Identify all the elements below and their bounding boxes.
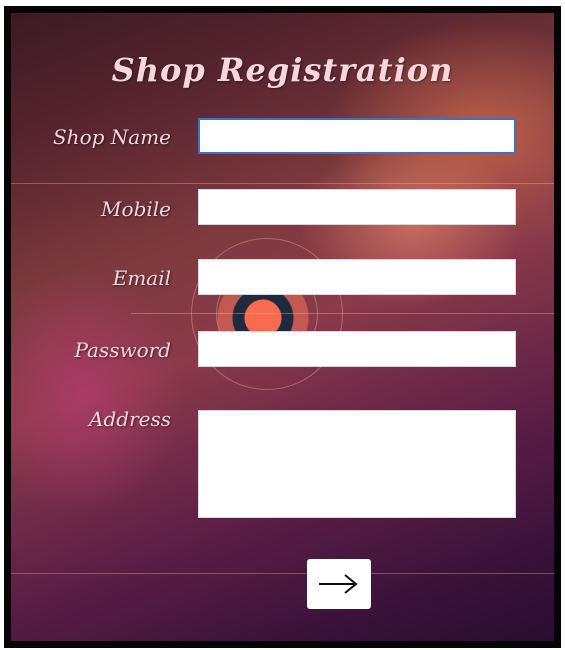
arrow-right-icon <box>319 574 358 594</box>
page-title: Shop Registration <box>111 51 454 89</box>
address-label: Address <box>89 407 171 431</box>
password-input[interactable] <box>198 331 516 367</box>
email-input[interactable] <box>198 259 516 295</box>
background-decor-line <box>11 573 554 574</box>
shop-name-label: Shop Name <box>52 125 171 149</box>
address-textarea[interactable] <box>198 410 516 518</box>
submit-button[interactable] <box>307 559 371 609</box>
registration-panel: Shop Registration Shop Name Mobile Email… <box>4 6 561 648</box>
background-decor-line <box>11 183 554 184</box>
mobile-input[interactable] <box>198 189 516 225</box>
mobile-label: Mobile <box>101 197 171 221</box>
password-label: Password <box>74 338 171 362</box>
email-label: Email <box>112 266 171 290</box>
shop-name-input[interactable] <box>198 118 516 154</box>
